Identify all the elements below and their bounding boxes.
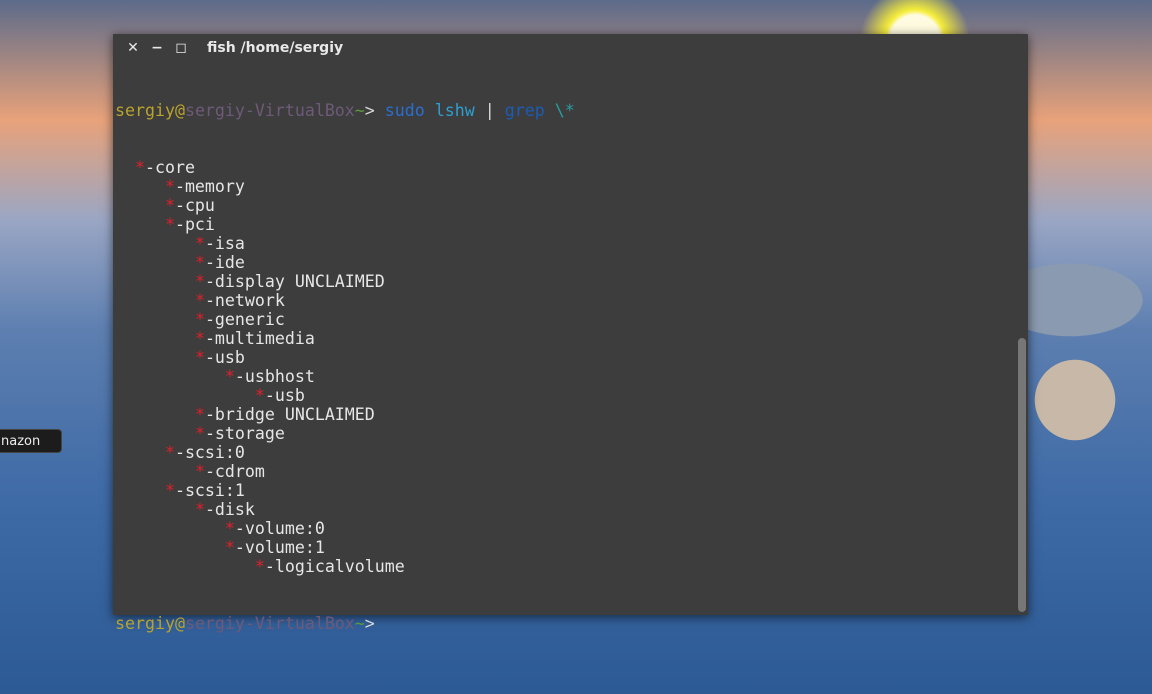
device-name: -disk: [204, 500, 255, 519]
prompt-arrow: >: [364, 614, 375, 633]
tree-star: *: [224, 367, 235, 386]
device-name: -logicalvolume: [264, 557, 405, 576]
output-line: *-cpu: [115, 196, 1014, 215]
device-name: -volume:0: [234, 519, 325, 538]
output-line: *-scsi:1: [115, 481, 1014, 500]
tree-star: *: [134, 158, 145, 177]
tree-star: *: [194, 348, 205, 367]
prompt-cwd: ~: [354, 614, 365, 633]
output-line: *-scsi:0: [115, 443, 1014, 462]
tree-star: *: [194, 500, 205, 519]
amazon-launcher-tooltip[interactable]: nazon: [0, 429, 62, 453]
tree-star: *: [194, 310, 205, 329]
prompt-cwd: ~: [354, 101, 365, 120]
device-name: -storage: [204, 424, 285, 443]
device-name: -scsi:0: [174, 443, 245, 462]
prompt-user: sergiy: [115, 101, 175, 120]
window-title: fish /home/sergiy: [207, 40, 344, 56]
device-name: -multimedia: [204, 329, 315, 348]
output-line: *-pci: [115, 215, 1014, 234]
terminal-window[interactable]: ✕ − ◻ fish /home/sergiy sergiy@sergiy-Vi…: [113, 34, 1028, 633]
tree-star: *: [164, 443, 175, 462]
tree-star: *: [224, 519, 235, 538]
device-name: -usb: [264, 386, 305, 405]
tree-star: *: [194, 405, 205, 424]
device-name: -generic: [204, 310, 285, 329]
device-name: -scsi:1: [174, 481, 245, 500]
tree-star: *: [164, 177, 175, 196]
tree-star: *: [164, 215, 175, 234]
tree-star: *: [194, 253, 205, 272]
output-line: *-usbhost: [115, 367, 1014, 386]
cmd-arg: \*: [554, 101, 575, 120]
output-line: *-usb: [115, 348, 1014, 367]
output-line: *-volume:0: [115, 519, 1014, 538]
prompt-at: @: [174, 614, 185, 633]
output-line: *-memory: [115, 177, 1014, 196]
cmd-sudo: sudo: [384, 101, 425, 120]
tree-star: *: [164, 196, 175, 215]
device-name: -volume:1: [234, 538, 325, 557]
output-line: *-network: [115, 291, 1014, 310]
cmd-lshw: lshw: [434, 101, 475, 120]
cmd-pipe: |: [484, 101, 495, 120]
output-line: *-multimedia: [115, 329, 1014, 348]
maximize-icon[interactable]: ◻: [169, 40, 193, 56]
prompt-line[interactable]: sergiy@sergiy-VirtualBox~>: [115, 614, 1014, 633]
device-name: -network: [204, 291, 285, 310]
device-name: -ide: [204, 253, 245, 272]
device-name: -pci: [174, 215, 215, 234]
prompt-host: sergiy-VirtualBox: [184, 614, 355, 633]
terminal-output[interactable]: sergiy@sergiy-VirtualBox~> sudo lshw | g…: [115, 63, 1014, 633]
output-line: *-core: [115, 158, 1014, 177]
minimize-icon[interactable]: −: [145, 40, 169, 56]
output-line: *-usb: [115, 386, 1014, 405]
device-name: -core: [144, 158, 195, 177]
device-name: -display UNCLAIMED: [204, 272, 385, 291]
tree-star: *: [194, 234, 205, 253]
device-name: -usbhost: [234, 367, 315, 386]
output-line: *-generic: [115, 310, 1014, 329]
tree-star: *: [194, 462, 205, 481]
output-line: *-disk: [115, 500, 1014, 519]
output-line: *-logicalvolume: [115, 557, 1014, 576]
device-name: -memory: [174, 177, 245, 196]
command-line: sergiy@sergiy-VirtualBox~> sudo lshw | g…: [115, 101, 1014, 120]
device-name: -usb: [204, 348, 245, 367]
device-name: -bridge UNCLAIMED: [204, 405, 375, 424]
close-icon[interactable]: ✕: [121, 40, 145, 56]
device-name: -cpu: [174, 196, 215, 215]
tree-star: *: [254, 557, 265, 576]
output-line: *-isa: [115, 234, 1014, 253]
device-name: -cdrom: [204, 462, 265, 481]
output-line: *-cdrom: [115, 462, 1014, 481]
tree-star: *: [164, 481, 175, 500]
prompt-host: sergiy-VirtualBox: [184, 101, 355, 120]
scrollbar-thumb[interactable]: [1018, 338, 1026, 612]
title-bar[interactable]: ✕ − ◻ fish /home/sergiy: [113, 34, 1028, 62]
tree-star: *: [254, 386, 265, 405]
prompt-user: sergiy: [115, 614, 175, 633]
tree-star: *: [194, 329, 205, 348]
output-line: *-display UNCLAIMED: [115, 272, 1014, 291]
tree-star: *: [194, 272, 205, 291]
output-line: *-ide: [115, 253, 1014, 272]
output-line: *-volume:1: [115, 538, 1014, 557]
output-line: *-bridge UNCLAIMED: [115, 405, 1014, 424]
cmd-grep: grep: [504, 101, 545, 120]
tree-star: *: [194, 424, 205, 443]
tree-star: *: [194, 291, 205, 310]
device-name: -isa: [204, 234, 245, 253]
output-line: *-storage: [115, 424, 1014, 443]
prompt-arrow: >: [364, 101, 375, 120]
tree-star: *: [224, 538, 235, 557]
prompt-at: @: [174, 101, 185, 120]
